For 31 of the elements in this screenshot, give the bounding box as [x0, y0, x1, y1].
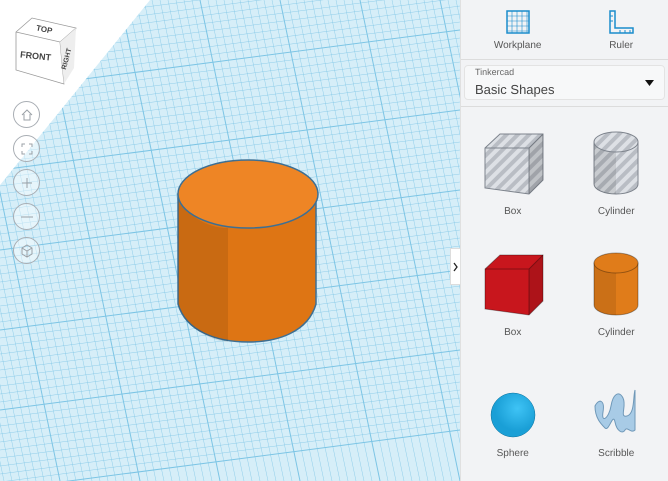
- view-control-button[interactable]: [13, 101, 40, 128]
- shape-item[interactable]: Sphere: [461, 363, 564, 481]
- grid-icon: [504, 8, 532, 36]
- shape-item[interactable]: Box: [461, 121, 564, 242]
- toolbar-button[interactable]: Workplane: [486, 8, 550, 53]
- cube-front-label: FRONT: [19, 48, 52, 65]
- sphere-icon: [490, 392, 536, 438]
- shape-item[interactable]: Cylinder: [564, 242, 668, 363]
- library-dropdown[interactable]: Tinkercad Basic Shapes: [464, 65, 665, 100]
- cylinder-icon: [592, 130, 640, 196]
- cube-icon: [20, 244, 34, 258]
- shape-item[interactable]: Scribble: [564, 363, 668, 481]
- cube-top-label: TOP: [34, 22, 54, 38]
- chevron-icon: [453, 262, 458, 272]
- shape-item[interactable]: Box: [461, 242, 564, 363]
- panel-collapse-button[interactable]: [450, 248, 460, 285]
- cylinder-object[interactable]: [176, 158, 320, 344]
- view-control-button[interactable]: [13, 203, 40, 230]
- dropdown-caret-icon: [645, 80, 654, 86]
- ruler-icon: [607, 8, 636, 36]
- library-source-label: Tinkercad: [475, 66, 516, 79]
- view-control-button[interactable]: [13, 169, 40, 196]
- zoom-in-icon: [20, 176, 34, 190]
- shape-item[interactable]: Cylinder: [564, 121, 668, 242]
- library-name: Basic Shapes: [475, 80, 554, 99]
- view-control-button[interactable]: [13, 135, 40, 162]
- home-icon: [20, 108, 34, 122]
- view-control-button[interactable]: [13, 237, 40, 264]
- cylinder-icon: [592, 251, 640, 317]
- fit-view-icon: [20, 142, 34, 156]
- toolbar-button[interactable]: Ruler: [599, 8, 644, 53]
